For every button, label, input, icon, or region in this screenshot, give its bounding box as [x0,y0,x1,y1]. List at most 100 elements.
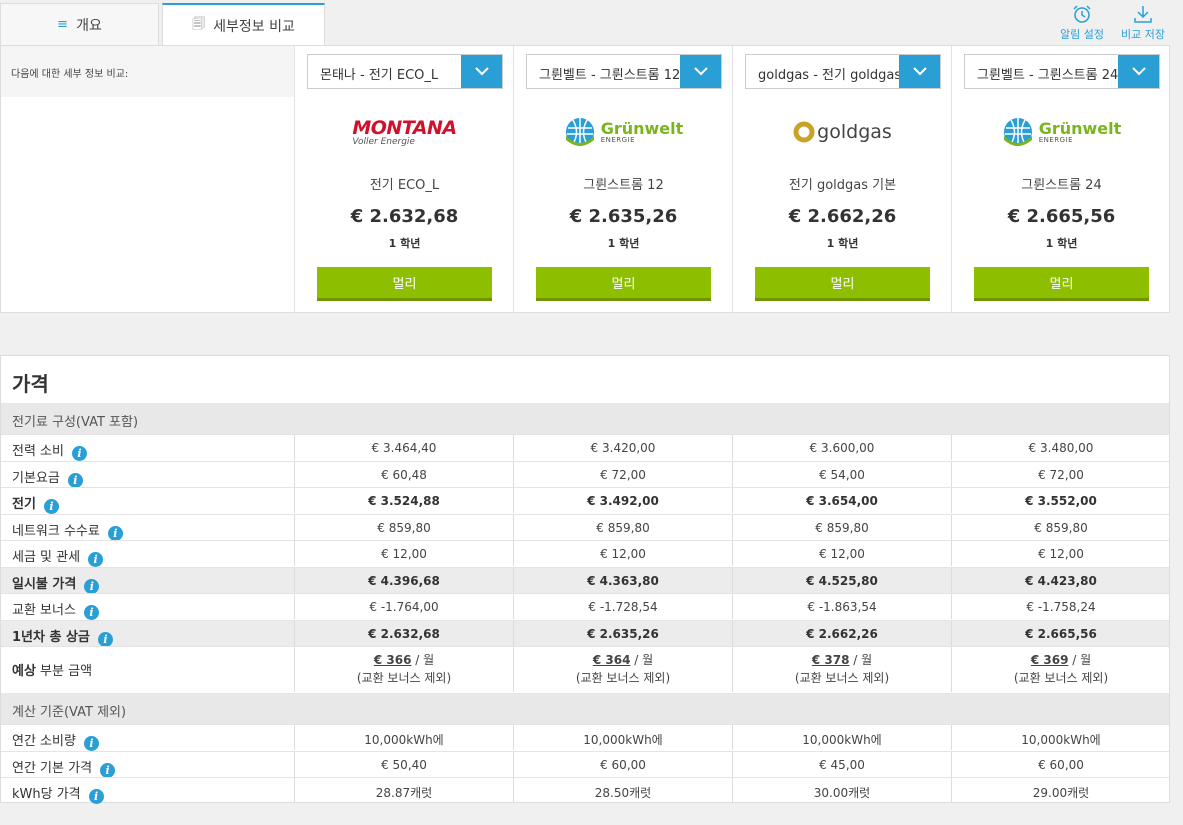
save-compare-label: 비교 저장 [1121,28,1165,41]
table-row: kWh당 가격 i 28.87캐럿 28.50캐럿 30.00캐럿 29.00캐럿 [1,777,1169,804]
chevron-down-icon[interactable] [1118,55,1159,88]
alarm-setting-button[interactable]: 알림 설정 [1053,4,1111,42]
section-calculation-basis: 계산 기준(VAT 제외) [1,693,1169,724]
chevron-down-icon[interactable] [461,55,502,88]
table-row: 교환 보너스 i € -1.764,00 € -1.728,54 € -1.863,54… [1,593,1170,620]
go-button[interactable]: 멀리 [536,267,711,301]
section-electricity-composition: 전기료 구성(VAT 포함) [1,403,1169,434]
estimate-amount-link[interactable]: € 378 [812,653,850,667]
info-icon[interactable]: i [67,472,83,488]
list-icon: ≡ [57,17,69,32]
table-cell: € 50,40 [294,751,513,777]
table-cell: € 4.423,80 [951,567,1170,593]
estimate-amount-link[interactable]: € 364 [593,653,631,667]
row-label-text: 연간 기본 가격 [12,760,93,776]
table-cell: € 2.632,68 [294,620,513,646]
tariff-price: € 2.665,56 [1007,206,1116,227]
compare-panel: 다음에 대한 세부 정보 비교: 몬태나 - 전기 ECO_L MONTANA … [0,45,1170,313]
table-cell: 10,000kWh에 [513,725,732,750]
table-cell: € 3.552,00 [951,488,1170,513]
table-cell: € 12,00 [513,541,732,566]
row-label: 연간 소비량 i [1,725,294,751]
price-table: 가격 전기료 구성(VAT 포함) 전력 소비 i € 3.464,40 € 3.42… [0,355,1170,804]
tab-overview[interactable]: ≡ 개요 [0,3,159,45]
info-icon[interactable]: i [88,552,104,567]
table-cell: € 60,48 [294,461,513,487]
info-icon[interactable]: i [83,605,99,620]
tariff-select-1[interactable]: 몬태나 - 전기 ECO_L [307,54,503,89]
tariff-price: € 2.635,26 [569,206,678,227]
table-cell: 10,000kWh에 [951,725,1170,750]
go-button[interactable]: 멀리 [974,267,1149,301]
row-label-text: 전력 소비 [12,444,64,459]
estimate-cell: € 378 / 월 (교환 보너스 제외) [732,647,951,692]
info-icon[interactable]: i [100,762,116,778]
info-icon[interactable]: i [88,789,104,804]
table-cell: € 60,00 [951,751,1170,777]
table-row: 연간 소비량 i 10,000kWh에 10,000kWh에 10,000kWh에 10,… [1,724,1170,751]
info-icon[interactable]: i [43,499,59,514]
table-cell: € 2.635,26 [513,620,732,646]
table-cell: € 3.464,40 [294,435,513,460]
info-icon[interactable]: i [107,525,123,541]
goldgas-ring-icon [793,121,815,143]
row-label: 예상 부분 금액 [12,664,93,679]
table-cell: € 3.600,00 [732,435,951,460]
estimate-amount-link[interactable]: € 366 [374,653,412,667]
tariff-select-3[interactable]: goldgas - 전기 goldgas 기본 [745,54,941,89]
table-cell: € 859,80 [951,514,1170,540]
table-cell: € -1.728,54 [513,594,732,619]
table-cell: € 12,00 [294,541,513,566]
info-icon[interactable]: i [97,631,113,647]
go-button[interactable]: 멀리 [317,267,492,301]
tariff-column-3: goldgas - 전기 goldgas 기본 goldgas 전기 goldg… [732,46,951,313]
row-label: 교환 보너스 i [1,594,294,620]
goldgas-logo-text: goldgas [817,121,892,143]
table-row-estimate: 예상 부분 금액 € 366 / 월 (교환 보너스 제외) € 364 / 월(… [1,646,1169,692]
table-cell: 10,000kWh에 [294,725,513,750]
tab-compare-details[interactable]: 🗐 세부정보 비교 [162,3,325,46]
row-label: 세금 및 관세 i [1,541,294,567]
estimate-amount-link[interactable]: € 369 [1031,653,1069,667]
table-cell: € -1.863,54 [732,594,951,619]
gruenwelt-logo: Grünwelt ENERGIE [952,112,1171,152]
tariff-period: 1 학년 [607,237,640,250]
table-cell: 30.00캐럿 [732,778,951,803]
save-compare-button[interactable]: 비교 저장 [1114,4,1172,42]
estimate-cell: € 364 / 월 (교환 보너스 제외) [513,647,732,692]
gruenwelt-logo-text: Grünwelt [600,118,684,138]
chevron-down-icon[interactable] [899,55,940,88]
tariff-select-2[interactable]: 그륀벨트 - 그륀스트롬 12 [526,54,722,89]
tariff-select-value: 몬태나 - 전기 ECO_L [320,68,439,83]
info-icon[interactable]: i [84,578,100,594]
document-icon: 🗐 [192,16,206,32]
info-icon[interactable]: i [83,736,99,751]
table-cell: € 859,80 [294,514,513,540]
chevron-down-icon[interactable] [680,55,721,88]
table-cell: € 859,80 [732,514,951,540]
row-label: 전력 소비 i [1,435,294,461]
row-label-text: 교환 보너스 [12,603,76,618]
table-cell: € 12,00 [951,541,1170,566]
tariff-column-1: 몬태나 - 전기 ECO_L MONTANA Voller Energie 전기… [294,46,513,313]
table-cell: € 54,00 [732,461,951,487]
table-cell: € 4.525,80 [732,567,951,593]
row-label: kWh당 가격 i [1,778,294,804]
table-cell: € 3.420,00 [513,435,732,460]
table-cell: € 3.492,00 [513,488,732,513]
tariff-select-value: 그륀벨트 - 그륀스트롬 24 [977,68,1119,83]
table-cell: € 3.480,00 [951,435,1170,460]
tariff-price: € 2.632,68 [350,206,459,227]
table-row: 연간 기본 가격 i € 50,40 € 60,00 € 45,00 € 60,00 [1,750,1170,778]
tariff-select-4[interactable]: 그륀벨트 - 그륀스트롬 24 [964,54,1160,89]
row-label-text: 1년차 총 상금 [12,629,90,645]
table-row: 1년차 총 상금 i € 2.632,68 € 2.635,26 € 2.662,26 €… [1,619,1169,647]
table-cell: € -1.758,24 [951,594,1170,619]
table-cell: 28.87캐럿 [294,778,513,803]
globe-icon [1003,118,1032,146]
table-cell: € -1.764,00 [294,594,513,619]
tab-overview-label: 개요 [76,17,102,34]
info-icon[interactable]: i [71,446,87,461]
globe-icon [565,118,594,146]
go-button[interactable]: 멀리 [755,267,930,301]
